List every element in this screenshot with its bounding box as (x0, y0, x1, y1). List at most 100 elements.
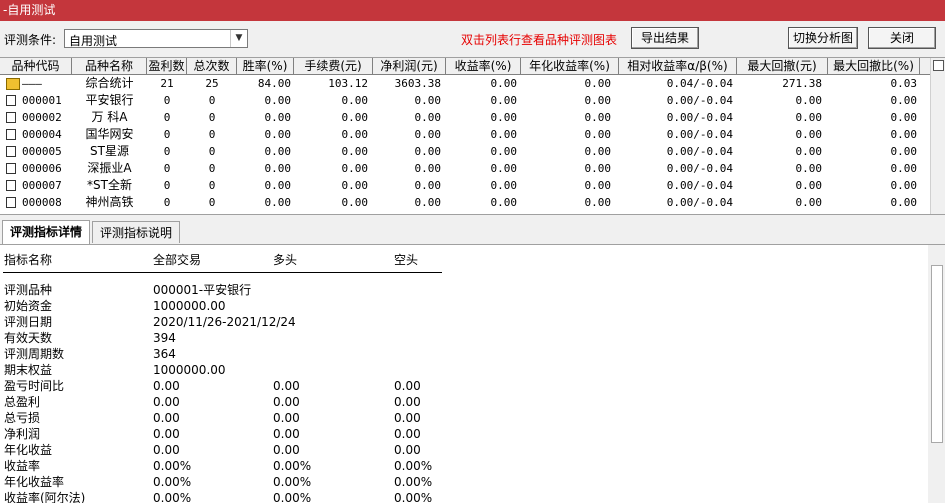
detail-col-metric: 指标名称 (4, 253, 53, 267)
cell-ab: 0.00/-0.04 (666, 111, 733, 124)
detail-cell: 0.00% (153, 475, 192, 489)
table-scrollbar[interactable] (930, 58, 945, 214)
table-row[interactable]: ——— 综合统计 21 25 84.00 103.12 3603.38 0.00 0.00 0.0… (0, 75, 930, 92)
table-row[interactable]: 000007 *ST全新 0 0 0.00 0.00 0.00 0.00 0.00 0.00/-0… (0, 177, 930, 194)
condition-value: 自用测试 (69, 34, 118, 48)
cell-profit: 0.00 (414, 196, 442, 209)
detail-cell: 0.00 (394, 443, 421, 457)
tab-metric-details[interactable]: 评测指标详情 (2, 220, 90, 244)
detail-row: 收益率 0.00% 0.00% 0.00% (0, 458, 930, 474)
detail-cell: 000001-平安银行 (153, 283, 252, 297)
table-row[interactable]: 000004 国华网安 0 0 0.00 0.00 0.00 0.00 0.00 0.00/-0.… (0, 126, 930, 143)
detail-cell: 0.00% (394, 475, 433, 489)
detail-cell: 0.00% (394, 459, 433, 473)
window-title: -自用测试 (3, 3, 56, 17)
column-header[interactable]: 总次数 (187, 58, 237, 74)
cell-win: 0 (163, 196, 171, 209)
detail-cell: 总盈利 (4, 395, 41, 409)
table-row[interactable]: 000008 神州高铁 0 0 0.00 0.00 0.00 0.00 0.00 0.00/-0.… (0, 194, 930, 211)
cell-profit: 0.00 (414, 145, 442, 158)
cell-ab: 0.00/-0.04 (666, 94, 733, 107)
cell-ab: 0.00/-0.04 (666, 179, 733, 192)
condition-select[interactable]: 自用测试 ▼ (64, 29, 248, 48)
column-header[interactable]: 胜率(%) (237, 58, 294, 74)
results-table: 品种代码 品种名称 盈利数 总次数 胜率(%) 手续费(元) 净利润(元) 收益率(%) 年化收… (0, 57, 945, 215)
switch-chart-button[interactable]: 切换分析图 (788, 27, 858, 49)
column-header[interactable]: 品种代码 (0, 58, 72, 74)
stock-item-icon (6, 180, 16, 191)
cell-name: 深振业A (87, 161, 132, 175)
detail-cell: 评测周期数 (4, 347, 65, 361)
cell-win: 0 (163, 94, 171, 107)
cell-ret: 0.00 (490, 162, 518, 175)
detail-row: 评测日期 2020/11/26-2021/12/24 (0, 314, 930, 330)
detail-cell: 1000000.00 (153, 299, 226, 313)
cell-ret: 0.00 (490, 196, 518, 209)
cell-code: 000004 (22, 128, 62, 141)
detail-cell: 0.00 (394, 379, 421, 393)
cell-code: 000007 (22, 179, 62, 192)
export-button[interactable]: 导出结果 (631, 27, 699, 49)
detail-row: 收益率(阿尔法) 0.00% 0.00% 0.00% (0, 490, 930, 503)
cell-name: 平安银行 (85, 93, 134, 107)
detail-cell: 0.00 (153, 427, 180, 441)
cell-code: ——— (22, 77, 42, 90)
column-header[interactable]: 品种名称 (72, 58, 147, 74)
cell-fee: 0.00 (341, 111, 369, 124)
detail-cell: 收益率 (4, 459, 41, 473)
condition-label: 评测条件: (4, 33, 57, 47)
table-row[interactable]: 000005 ST星源 0 0 0.00 0.00 0.00 0.00 0.00 0.00/-0.… (0, 143, 930, 160)
column-header[interactable]: 手续费(元) (294, 58, 373, 74)
cell-ret: 0.00 (490, 179, 518, 192)
cell-ddr: 0.00 (890, 196, 918, 209)
cell-ddr: 0.03 (890, 77, 918, 90)
cell-total: 0 (208, 94, 216, 107)
cell-rate: 0.00 (264, 145, 292, 158)
detail-cell: 0.00% (153, 459, 192, 473)
table-row[interactable]: 000002 万 科A 0 0 0.00 0.00 0.00 0.00 0.00 0.00/-0.… (0, 109, 930, 126)
table-row[interactable]: 000006 深振业A 0 0 0.00 0.00 0.00 0.00 0.00 0.00/-0.… (0, 160, 930, 177)
detail-cell: 总亏损 (4, 411, 41, 425)
column-header[interactable]: 收益率(%) (446, 58, 521, 74)
cell-profit: 0.00 (414, 111, 442, 124)
cell-dd: 271.38 (782, 77, 822, 90)
cell-fee: 0.00 (341, 94, 369, 107)
column-header[interactable]: 相对收益率α/β(%) (619, 58, 737, 74)
column-header[interactable]: 最大回撤比(%) (828, 58, 920, 74)
detail-cell: 0.00% (273, 491, 312, 503)
cell-total: 0 (208, 179, 216, 192)
detail-cell: 净利润 (4, 427, 41, 441)
column-header[interactable]: 净利润(元) (373, 58, 446, 74)
tab-metric-description[interactable]: 评测指标说明 (92, 221, 180, 243)
chevron-down-icon[interactable]: ▼ (230, 30, 247, 47)
detail-scrollbar[interactable] (928, 245, 945, 503)
detail-scroll-thumb[interactable] (931, 265, 943, 443)
cell-ret: 0.00 (490, 128, 518, 141)
detail-row: 年化收益 0.00 0.00 0.00 (0, 442, 930, 458)
cell-annual: 0.00 (584, 128, 612, 141)
detail-cell: 0.00 (273, 395, 300, 409)
cell-fee: 0.00 (341, 196, 369, 209)
detail-cell: 0.00 (153, 395, 180, 409)
close-button[interactable]: 关闭 (868, 27, 936, 49)
cell-annual: 0.00 (584, 179, 612, 192)
column-header[interactable]: 最大回撤(元) (737, 58, 828, 74)
cell-win: 0 (163, 162, 171, 175)
detail-cell: 0.00 (273, 427, 300, 441)
column-checkbox[interactable] (933, 60, 944, 71)
cell-ret: 0.00 (490, 145, 518, 158)
detail-row: 盈亏时间比 0.00 0.00 0.00 (0, 378, 930, 394)
stock-item-icon (6, 146, 16, 157)
column-header[interactable]: 年化收益率(%) (521, 58, 619, 74)
cell-profit: 0.00 (414, 94, 442, 107)
detail-cell: 0.00 (394, 427, 421, 441)
column-header[interactable]: 盈利数 (147, 58, 187, 74)
cell-total: 0 (208, 162, 216, 175)
cell-name: ST星源 (90, 144, 129, 158)
cell-annual: 0.00 (584, 77, 612, 90)
cell-annual: 0.00 (584, 111, 612, 124)
detail-tabs: 评测指标详情 评测指标说明 (0, 219, 945, 244)
table-row[interactable]: 000001 平安银行 0 0 0.00 0.00 0.00 0.00 0.00 0.00/-0.… (0, 92, 930, 109)
cell-dd: 0.00 (795, 179, 823, 192)
cell-profit: 0.00 (414, 162, 442, 175)
